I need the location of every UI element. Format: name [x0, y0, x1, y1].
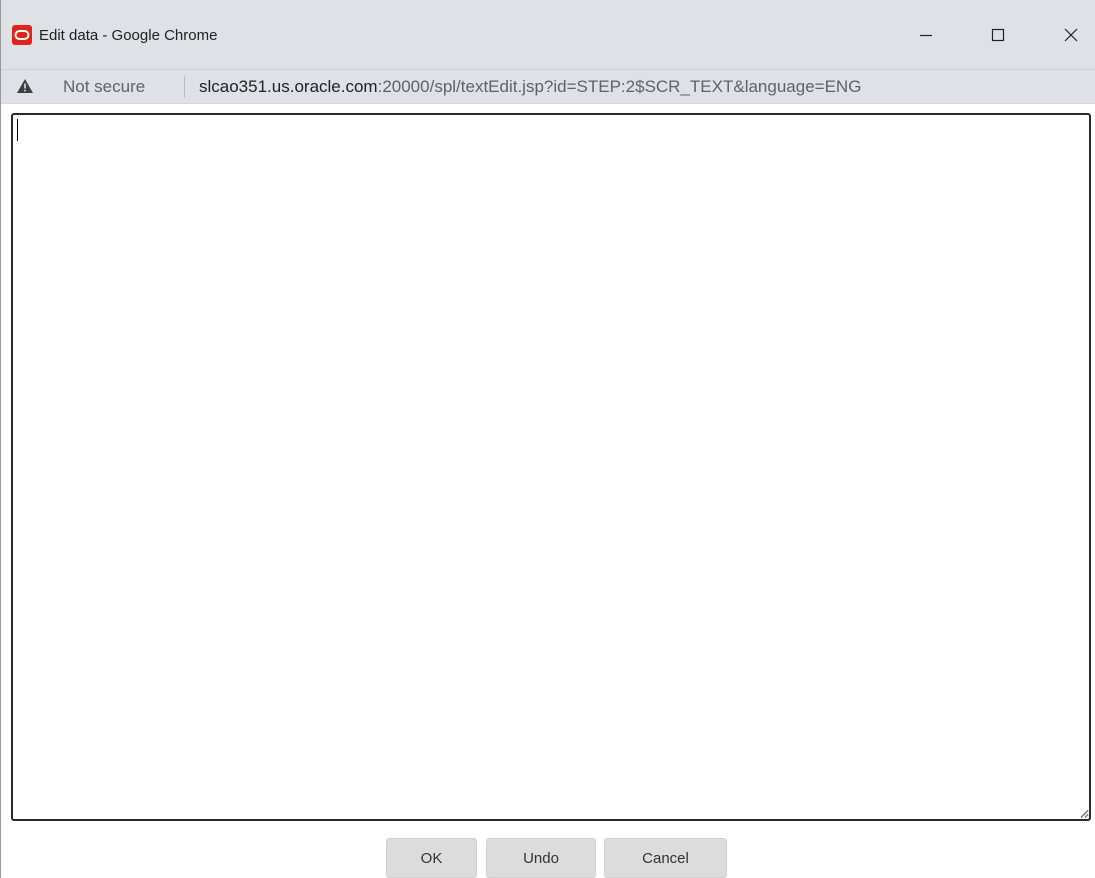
undo-button[interactable]: Undo — [486, 838, 596, 878]
cancel-button[interactable]: Cancel — [604, 838, 727, 878]
warning-icon[interactable] — [16, 78, 34, 94]
maximize-button[interactable] — [976, 22, 1020, 48]
ok-button[interactable]: OK — [386, 838, 477, 878]
text-editor[interactable] — [11, 113, 1091, 821]
url-path: :20000/spl/textEdit.jsp?id=STEP:2$SCR_TE… — [377, 77, 862, 96]
edit-data-window: Edit data - Google Chrome Not secure slc… — [0, 0, 1095, 878]
url-host: slcao351.us.oracle.com — [199, 77, 378, 96]
close-button[interactable] — [1049, 22, 1093, 48]
resize-grip-icon[interactable] — [1079, 806, 1089, 818]
minimize-button[interactable] — [904, 22, 948, 48]
button-bar: OK Undo Cancel — [1, 838, 1095, 878]
close-icon — [1063, 27, 1079, 43]
not-secure-label[interactable]: Not secure — [63, 77, 145, 97]
minimize-icon — [918, 27, 934, 43]
oracle-logo-icon — [12, 25, 32, 45]
title-bar: Edit data - Google Chrome — [1, 0, 1095, 69]
address-bar[interactable]: Not secure slcao351.us.oracle.com:20000/… — [1, 69, 1095, 103]
address-separator — [184, 76, 185, 98]
text-caret — [17, 119, 18, 141]
page-content: OK Undo Cancel — [1, 103, 1095, 878]
maximize-icon — [990, 27, 1006, 43]
url-text[interactable]: slcao351.us.oracle.com:20000/spl/textEdi… — [199, 77, 861, 97]
window-title: Edit data - Google Chrome — [39, 27, 218, 44]
